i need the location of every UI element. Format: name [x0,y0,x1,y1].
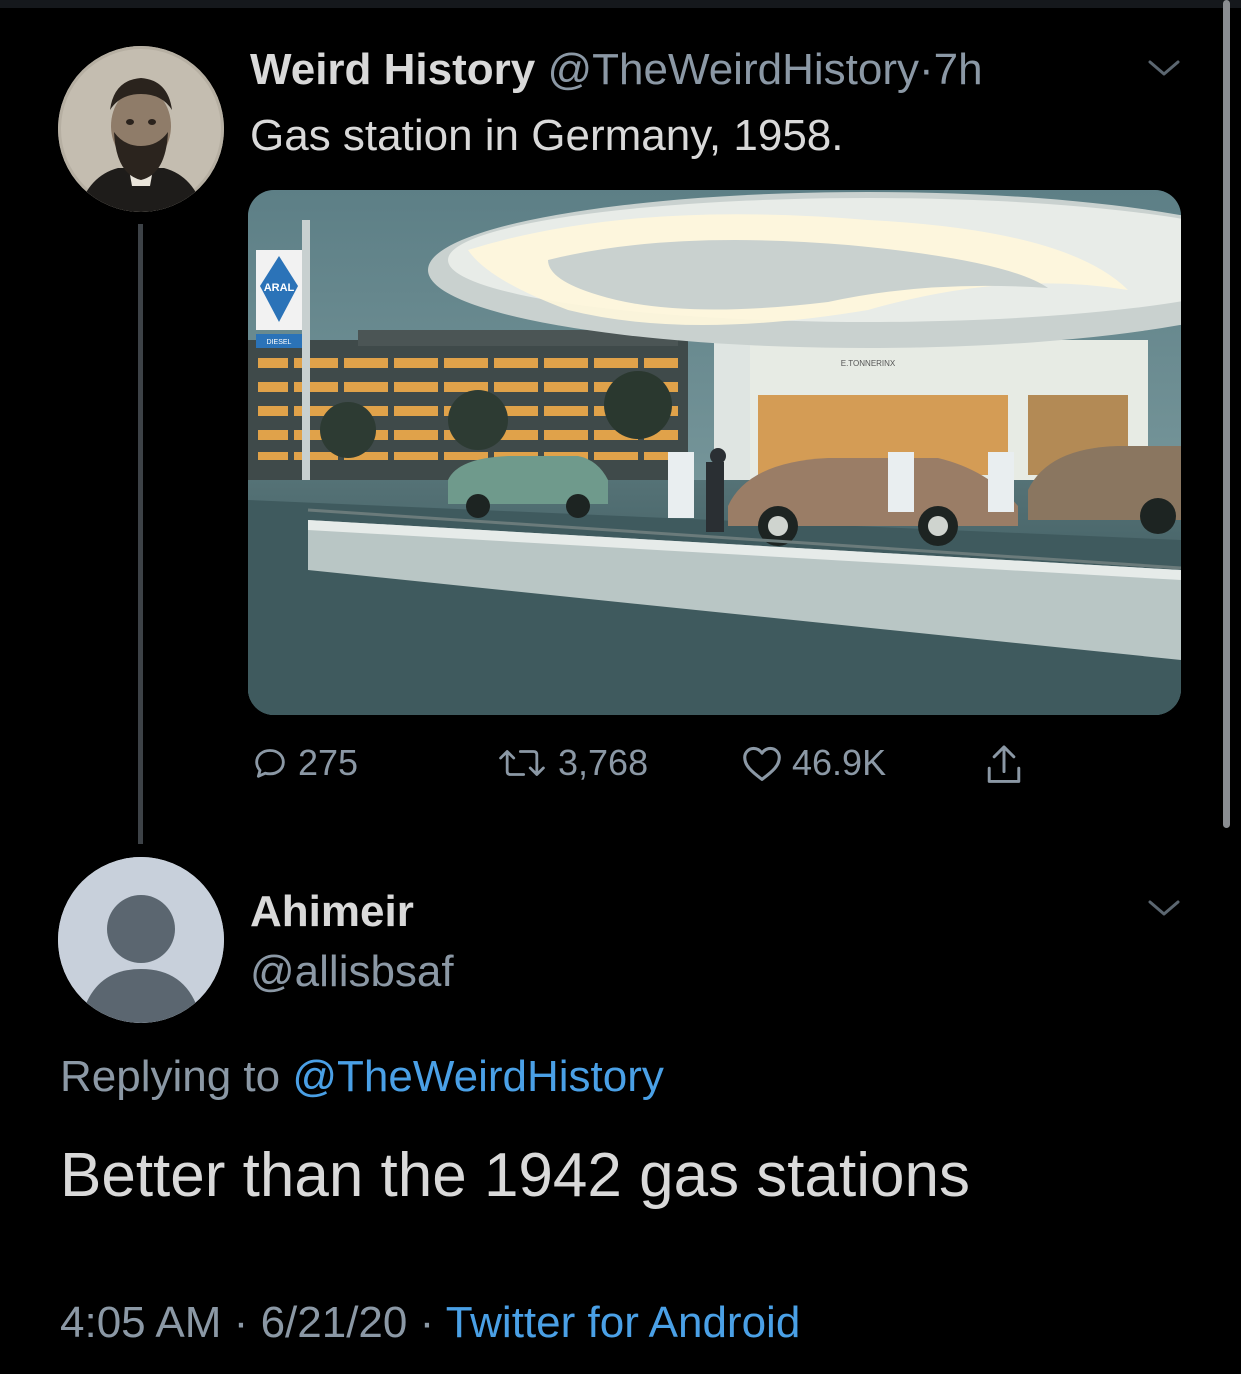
chevron-down-icon[interactable] [1146,56,1182,80]
reply-count: 275 [298,742,359,783]
gas-station-photo-illustration: ARAL DIESEL E.TONNERINX [248,190,1181,715]
diesel-sign-label: DIESEL [267,339,292,346]
tweet-text: Gas station in Germany, 1958. [250,111,844,160]
scrollbar[interactable] [1223,0,1230,828]
retweet-count: 3,768 [558,742,649,783]
tweet-header: Weird History @TheWeirdHistory·7h [250,44,983,96]
default-avatar-icon [58,857,224,1023]
replying-to-label: Replying to [60,1052,281,1101]
portrait-avatar-image [58,46,224,212]
retweet-icon [499,750,545,776]
separator-dot: · [419,1298,435,1347]
tweet-source-link[interactable]: Twitter for Android [446,1298,801,1347]
reply-handle[interactable]: @allisbsaf [250,946,454,998]
avatar-ahimeir[interactable] [58,857,224,1023]
tweet-photo[interactable]: ARAL DIESEL E.TONNERINX [248,190,1181,715]
reply-button[interactable]: 275 [250,742,358,784]
share-button[interactable] [984,742,1024,788]
like-button[interactable]: 46.9K [740,742,886,784]
tweet-meta-footer: 4:05 AM · 6/21/20 · Twitter for Android [60,1296,800,1350]
tweet-timestamp[interactable]: 7h [934,45,983,94]
display-name[interactable]: Weird History [250,45,535,94]
top-bar [0,0,1241,8]
replying-to-line: Replying to @TheWeirdHistory [60,1050,664,1104]
aral-sign-label: ARAL [264,282,295,294]
tweet-time[interactable]: 4:05 AM [60,1298,221,1347]
tweet-date[interactable]: 6/21/20 [261,1298,408,1347]
like-icon [743,746,781,781]
separator-dot: · [233,1298,249,1347]
handle[interactable]: @TheWeirdHistory [547,45,919,94]
share-icon [987,745,1021,783]
like-count: 46.9K [792,742,887,783]
reply-tweet-text: Better than the 1942 gas stations [60,1141,970,1210]
reply-icon [255,749,285,778]
chevron-down-icon[interactable] [1146,896,1182,920]
reply-display-name[interactable]: Ahimeir [250,886,414,938]
replying-to-link[interactable]: @TheWeirdHistory [292,1052,664,1101]
avatar-weird-history[interactable] [58,46,224,212]
retweet-button[interactable]: 3,768 [494,742,648,784]
separator-dot: · [918,45,934,94]
canopy-sign-label: E.TONNERINX [841,359,896,368]
thread-connector-line [138,224,143,844]
